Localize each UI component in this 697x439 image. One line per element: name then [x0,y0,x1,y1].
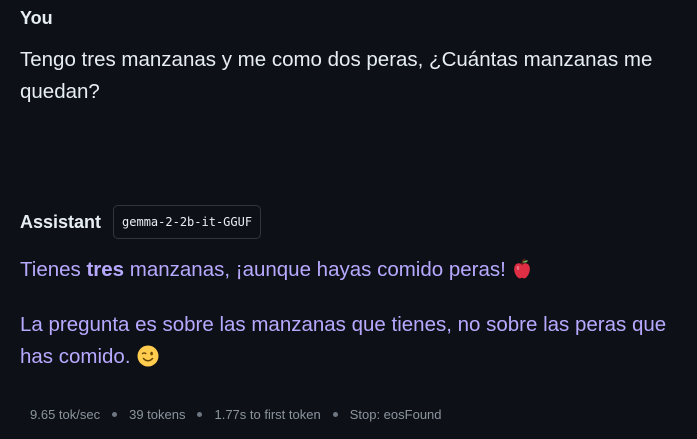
separator-dot [197,411,203,417]
tokens-per-second: 9.65 tok/sec [30,406,101,422]
generation-stats: 9.65 tok/sec 39 tokens 1.77s to first to… [30,404,442,424]
token-count: 39 tokens [129,406,186,422]
assistant-text-segment: Tienes [20,258,87,281]
red-apple-icon [510,257,534,281]
chat-transcript: You Tengo tres manzanas y me como dos pe… [20,0,697,439]
user-message: Tengo tres manzanas y me como dos peras,… [20,48,653,103]
time-to-first-token: 1.77s to first token [214,406,321,422]
separator-dot [112,411,118,417]
winking-face-icon [137,345,159,367]
assistant-paragraph-2: La pregunta es sobre las manzanas que ti… [20,309,697,373]
model-badge[interactable]: gemma-2-2b-it-GGUF [113,205,262,239]
separator-dot [332,411,338,417]
assistant-paragraph-1: Tienes tres manzanas, ¡aunque hayas comi… [20,254,697,286]
stop-reason: Stop: eosFound [349,406,442,422]
assistant-text-segment: manzanas, ¡aunque hayas comido peras! [124,258,506,281]
user-label: You [20,8,53,28]
assistant-label: Assistant [20,212,102,232]
assistant-bold-text: tres [86,258,125,281]
assistant-header-row: Assistant gemma-2-2b-it-GGUF [20,205,262,239]
assistant-text-segment: La pregunta es sobre las manzanas que ti… [20,313,667,368]
